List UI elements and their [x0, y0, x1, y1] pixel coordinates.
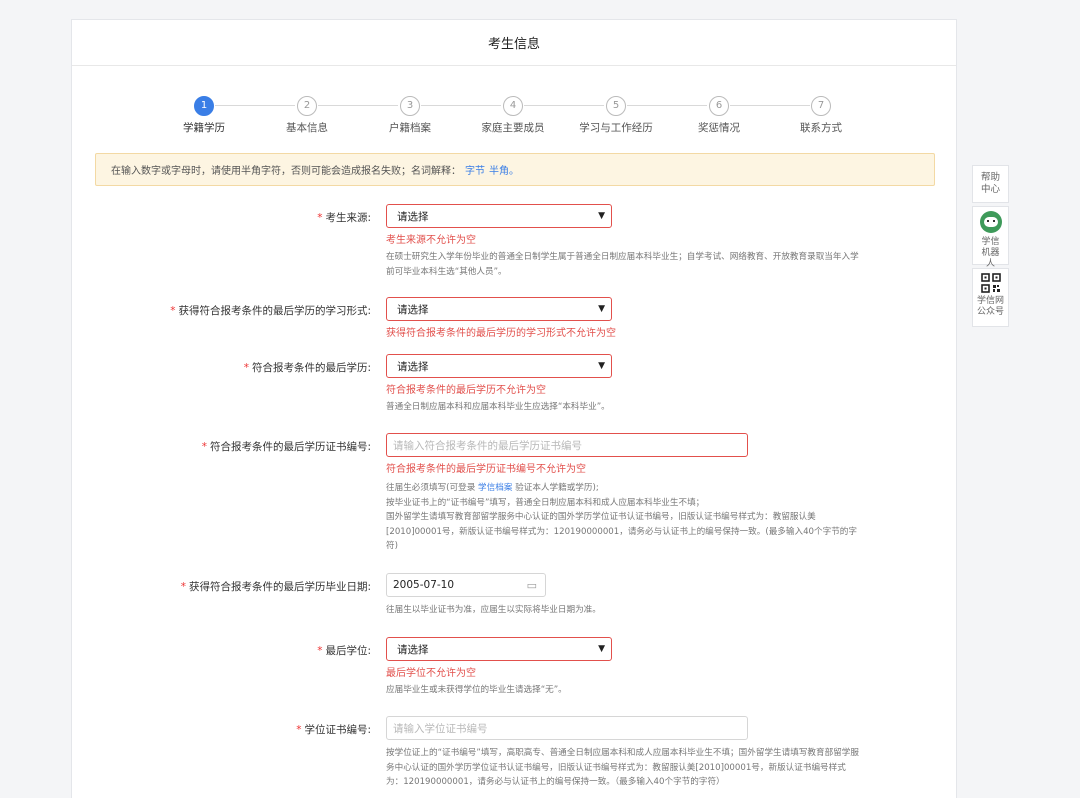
- calendar-icon: ▭: [526, 578, 537, 592]
- robot-icon: [979, 211, 1002, 233]
- form-card: 考生信息 1 学籍学历 2 基本信息 3 户籍档案 4 家庭主要成员 5 学习与…: [71, 19, 957, 798]
- step-3[interactable]: 3 户籍档案: [365, 96, 455, 135]
- field-label: * 考生来源:: [317, 212, 371, 224]
- cert-no-input[interactable]: 请输入符合报考条件的最后学历证书编号: [386, 433, 748, 457]
- degree-select[interactable]: 请选择 ▼: [386, 637, 612, 661]
- field-hint: 按学位证上的“证书编号”填写，高职高专、普通全日制应届本科和成人应届本科毕业生不…: [386, 748, 859, 787]
- step-number: 4: [503, 96, 523, 116]
- step-indicator: 1 学籍学历 2 基本信息 3 户籍档案 4 家庭主要成员 5 学习与工作经历 …: [72, 96, 956, 136]
- chevron-down-icon: ▼: [598, 644, 605, 654]
- qr-code-icon: [980, 273, 1001, 293]
- step-6[interactable]: 6 奖惩情况: [674, 96, 764, 135]
- select-value: 请选择: [397, 643, 429, 656]
- error-message: 符合报考条件的最后学历证书编号不允许为空: [386, 464, 586, 475]
- step-number: 2: [297, 96, 317, 116]
- step-4[interactable]: 4 家庭主要成员: [468, 96, 558, 135]
- card-header: 考生信息: [72, 20, 956, 66]
- step-label: 联系方式: [800, 122, 842, 134]
- notice-text: 在输入数字或字母时，请使用半角字符，否则可能会造成报名失败；名词解释：: [111, 166, 461, 177]
- xuexin-robot-button[interactable]: 学信机器人: [972, 206, 1009, 269]
- step-7[interactable]: 7 联系方式: [776, 96, 866, 135]
- robot-label: 学信机器人: [981, 237, 1000, 269]
- input-placeholder: 请输入学位证书编号: [393, 722, 488, 735]
- step-label: 学籍学历: [183, 122, 225, 134]
- field-hint: 普通全日制应届本科和应届本科毕业生应选择“本科毕业”。: [386, 402, 610, 412]
- step-number: 5: [606, 96, 626, 116]
- field-label: * 最后学位:: [317, 645, 371, 657]
- notice-link-halfwidth[interactable]: 半角。: [489, 162, 519, 177]
- field-label: * 符合报考条件的最后学历:: [243, 362, 371, 374]
- field-label: * 学位证书编号:: [296, 724, 371, 736]
- wechat-official-account-button[interactable]: 学信网公众号: [972, 268, 1009, 327]
- step-number: 1: [194, 96, 214, 116]
- step-label: 学习与工作经历: [579, 122, 653, 134]
- degree-cert-input[interactable]: 请输入学位证书编号: [386, 716, 748, 740]
- last-edu-select[interactable]: 请选择 ▼: [386, 354, 612, 378]
- step-label: 奖惩情况: [698, 122, 740, 134]
- error-message: 最后学位不允许为空: [386, 668, 476, 679]
- error-message: 考生来源不允许为空: [386, 235, 476, 246]
- field-label: * 获得符合报考条件的最后学历毕业日期:: [180, 581, 371, 593]
- step-label: 基本信息: [286, 122, 328, 134]
- chevron-down-icon: ▼: [598, 304, 605, 314]
- grad-date-input[interactable]: 2005-07-10 ▭: [386, 573, 546, 597]
- step-2[interactable]: 2 基本信息: [262, 96, 352, 135]
- field-hint: 应届毕业生或未获得学位的毕业生请选择“无”。: [386, 685, 567, 695]
- step-number: 7: [811, 96, 831, 116]
- study-form-select[interactable]: 请选择 ▼: [386, 297, 612, 321]
- page-title: 考生信息: [487, 37, 540, 52]
- step-number: 6: [709, 96, 729, 116]
- step-5[interactable]: 5 学习与工作经历: [571, 96, 661, 135]
- step-number: 3: [400, 96, 420, 116]
- chevron-down-icon: ▼: [598, 361, 605, 371]
- field-hint: 往届生以毕业证书为准，应届生以实际将毕业日期为准。: [386, 605, 601, 615]
- xuexin-archive-link[interactable]: 学信档案: [478, 483, 512, 493]
- help-center-label: 帮助中心: [980, 172, 1000, 195]
- error-message: 符合报考条件的最后学历不允许为空: [386, 385, 546, 396]
- step-label: 家庭主要成员: [481, 122, 545, 134]
- step-label: 户籍档案: [389, 122, 431, 134]
- step-1[interactable]: 1 学籍学历: [159, 96, 249, 135]
- input-placeholder: 请输入符合报考条件的最后学历证书编号: [393, 439, 582, 452]
- select-value: 请选择: [397, 360, 429, 373]
- notice-link-byte[interactable]: 字节: [465, 162, 485, 177]
- qr-label: 学信网公众号: [976, 296, 1004, 317]
- error-message: 获得符合报考条件的最后学历的学习形式不允许为空: [386, 328, 616, 339]
- notice-banner: 在输入数字或字母时，请使用半角字符，否则可能会造成报名失败；名词解释： 字节 半…: [95, 153, 935, 186]
- select-value: 请选择: [397, 303, 429, 316]
- source-select[interactable]: 请选择 ▼: [386, 204, 612, 228]
- field-label: * 获得符合报考条件的最后学历的学习形式:: [170, 305, 371, 317]
- select-value: 请选择: [397, 210, 429, 223]
- field-hint: 往届生必须填写(可登录 学信档案 验证本人学籍或学历); 按毕业证书上的“证书编…: [386, 483, 857, 551]
- chevron-down-icon: ▼: [598, 211, 605, 221]
- date-value: 2005-07-10: [393, 579, 455, 591]
- field-hint: 在硕士研究生入学年份毕业的普通全日制学生属于普通全日制应届本科毕业生；自学考试、…: [386, 252, 859, 277]
- help-center-button[interactable]: 帮助中心: [972, 165, 1009, 203]
- field-label: * 符合报考条件的最后学历证书编号:: [201, 441, 371, 453]
